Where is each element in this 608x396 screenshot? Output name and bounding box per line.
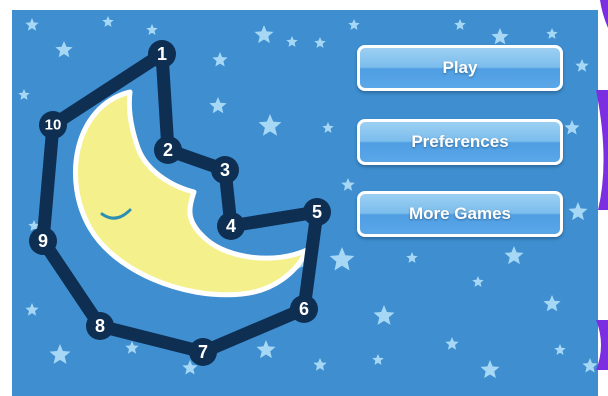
- play-label: Play: [442, 58, 478, 77]
- puzzle-dot-1[interactable]: 1: [148, 40, 176, 68]
- edge-decoration: [596, 0, 608, 370]
- moon-icon: [72, 89, 310, 298]
- puzzle-dot-7[interactable]: 7: [189, 338, 217, 366]
- puzzle-dot-9[interactable]: 9: [29, 227, 57, 255]
- puzzle-dot-4[interactable]: 4: [217, 212, 245, 240]
- dot-number: 4: [226, 216, 236, 236]
- dot-number: 8: [95, 316, 105, 336]
- preferences-label: Preferences: [411, 132, 509, 151]
- puzzle-dot-2[interactable]: 2: [154, 136, 182, 164]
- more-games-label: More Games: [408, 204, 512, 223]
- dot-number: 2: [163, 140, 173, 160]
- dot-number: 9: [38, 231, 48, 251]
- game-screen: 1 2 3 4 5 6 7 8 9 10 Play Preferences More Games: [12, 10, 598, 396]
- puzzle-dot-10[interactable]: 10: [39, 111, 67, 139]
- dot-number: 10: [45, 117, 62, 134]
- play-button[interactable]: Play: [357, 45, 563, 91]
- puzzle-dot-5[interactable]: 5: [303, 198, 331, 226]
- preferences-button[interactable]: Preferences: [357, 119, 563, 165]
- dot-number: 7: [198, 342, 208, 362]
- dot-number: 3: [220, 160, 230, 180]
- puzzle-dot-6[interactable]: 6: [290, 295, 318, 323]
- dot-number: 6: [299, 299, 309, 319]
- dot-number: 5: [312, 202, 322, 222]
- dot-number: 1: [157, 44, 167, 64]
- puzzle-dot-8[interactable]: 8: [86, 312, 114, 340]
- puzzle-dot-3[interactable]: 3: [211, 156, 239, 184]
- more-games-button[interactable]: More Games: [357, 191, 563, 237]
